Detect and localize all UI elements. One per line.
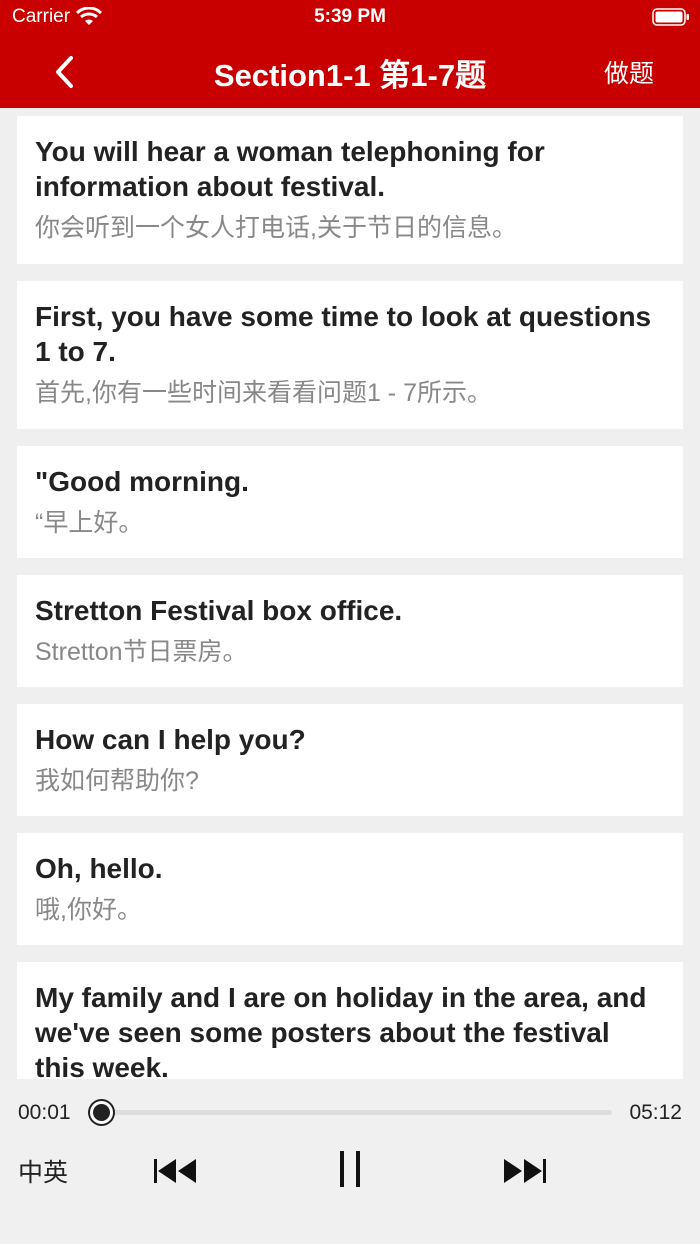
chinese-translation: “早上好。 [35,509,144,537]
progress-slider-thumb[interactable] [89,1101,113,1124]
english-sentence: Stretton Festival box office. [35,595,403,626]
skip-previous-icon [154,1159,196,1183]
transcript-item[interactable]: First, you have some time to look at que… [17,281,683,429]
chinese-translation: 我如何帮助你? [35,767,199,795]
transcript-list[interactable]: You will hear a woman telephoning for in… [0,108,700,1079]
english-sentence: "Good morning. [35,466,249,497]
chinese-translation: Stretton节日票房。 [35,638,248,666]
english-sentence: First, you have some time to look at que… [35,301,652,367]
nav-bar: Section1-1 第1-7题 做题 [0,36,700,108]
battery-icon [652,8,689,26]
pause-button[interactable] [330,1145,370,1193]
status-bar: Carrier 5:39 PM [0,0,700,36]
progress-track[interactable] [88,1110,612,1115]
transcript-item[interactable]: You will hear a woman telephoning for in… [17,116,683,264]
transcript-item[interactable]: "Good morning. “早上好。 [17,446,683,558]
next-button[interactable] [500,1151,550,1191]
current-time: 00:01 [18,1101,71,1124]
total-time: 05:12 [629,1101,682,1124]
chinese-translation: 你会听到一个女人打电话,关于节日的信息。 [35,214,517,242]
transcript-item[interactable]: How can I help you? 我如何帮助你? [17,704,683,816]
english-sentence: Oh, hello. [35,853,163,884]
do-questions-button[interactable]: 做题 [604,54,654,90]
skip-next-icon [504,1159,546,1183]
language-toggle-button[interactable]: 中英 [18,1153,68,1189]
english-sentence: You will hear a woman telephoning for in… [35,136,545,202]
transcript-item[interactable]: Stretton Festival box office. Stretton节日… [17,575,683,687]
pause-icon [340,1151,360,1187]
chinese-translation: 哦,你好。 [35,896,142,924]
app-header: Carrier 5:39 PM Section1-1 第1-7题 做题 [0,0,700,108]
transcript-item[interactable]: My family and I are on holiday in the ar… [17,962,683,1079]
english-sentence: My family and I are on holiday in the ar… [35,982,647,1079]
english-sentence: How can I help you? [35,724,306,755]
chinese-translation: 首先,你有一些时间来看看问题1 - 7所示。 [35,379,492,407]
previous-button[interactable] [150,1151,200,1191]
transcript-item[interactable]: Oh, hello. 哦,你好。 [17,833,683,945]
audio-player: 00:01 05:12 中英 [0,1079,700,1244]
page-title: Section1-1 第1-7题 [213,58,487,93]
status-time: 5:39 PM [314,6,386,27]
